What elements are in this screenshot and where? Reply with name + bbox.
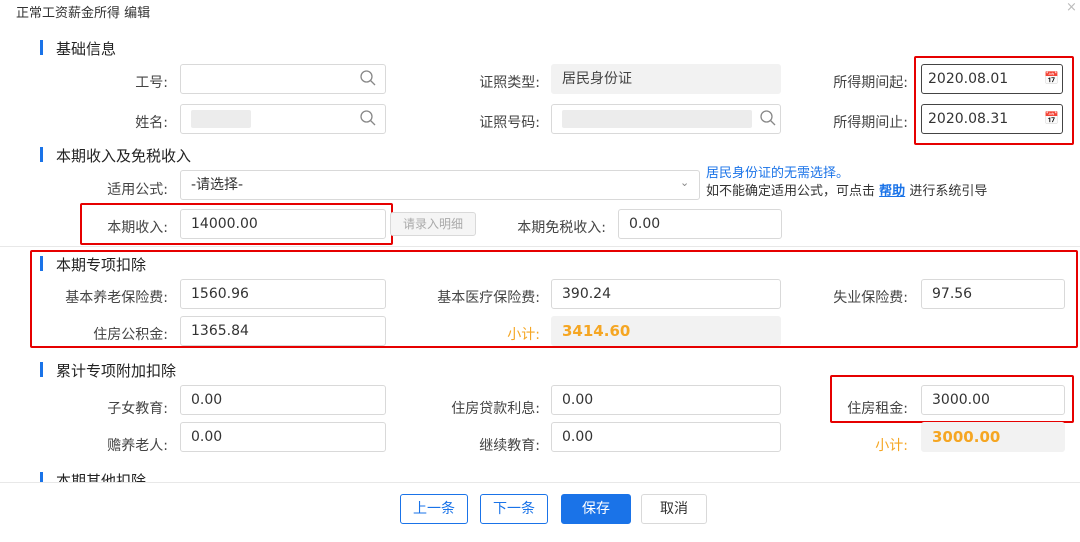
section-marker [40,362,43,377]
housing-fund-label: 住房公积金: [93,327,168,343]
highlight-rent-box [830,375,1074,423]
children-edu-input[interactable]: 0.00 [180,385,386,415]
unemployment-input[interactable]: 97.56 [921,279,1065,309]
search-icon[interactable] [760,110,776,126]
redacted-name [191,110,251,128]
name-label: 姓名: [135,115,168,131]
formula-note-line1: 居民身份证的无需选择。 [706,166,850,181]
divider [0,482,1080,483]
children-edu-label: 子女教育: [107,401,168,417]
tax-free-label: 本期免税收入: [517,220,606,236]
dialog-title: 正常工资薪金所得 编辑 [16,6,151,21]
section-marker [40,256,43,271]
close-icon[interactable]: × [1066,0,1077,15]
medical-input[interactable]: 390.24 [551,279,781,309]
save-button[interactable]: 保存 [561,494,631,524]
section-title-other: 本期其他扣除 [56,472,147,482]
section-title-income: 本期收入及免税收入 [56,147,192,165]
formula-note-line2: 如不能确定适用公式，可点击 帮助 进行系统引导 [706,184,988,199]
prev-button[interactable]: 上一条 [400,494,468,524]
section-clip: 本期其他扣除 [0,468,1080,482]
search-icon[interactable] [360,110,376,126]
period-end-label: 所得期间止: [833,115,908,131]
housing-fund-input[interactable]: 1365.84 [180,316,386,346]
section-title-basic: 基础信息 [56,40,117,58]
id-type-field: 居民身份证 [551,64,781,94]
next-button[interactable]: 下一条 [480,494,548,524]
special-subtotal-label: 小计: [507,327,540,343]
highlight-period-box [914,56,1074,145]
id-no-input[interactable] [551,104,781,134]
elderly-input[interactable]: 0.00 [180,422,386,452]
section-marker [40,147,43,162]
section-marker [40,40,43,55]
pension-label: 基本养老保险费: [65,290,168,306]
pension-input[interactable]: 1560.96 [180,279,386,309]
elderly-label: 赡养老人: [107,438,168,454]
medical-label: 基本医疗保险费: [437,290,540,306]
emp-no-input[interactable] [180,64,386,94]
section-marker [40,472,43,482]
unemployment-label: 失业保险费: [833,290,908,306]
loan-interest-label: 住房贷款利息: [451,401,540,417]
cancel-button[interactable]: 取消 [641,494,707,524]
cumulative-subtotal-field: 3000.00 [921,422,1065,452]
divider [0,246,1080,247]
highlight-income-box [80,203,393,245]
continuing-edu-label: 继续教育: [479,438,540,454]
emp-no-label: 工号: [135,75,168,91]
loan-interest-input[interactable]: 0.00 [551,385,781,415]
formula-label: 适用公式: [107,182,168,198]
name-input[interactable] [180,104,386,134]
chevron-down-icon[interactable]: ⌄ [680,176,689,189]
special-subtotal-field: 3414.60 [551,316,781,346]
id-no-label: 证照号码: [479,115,540,131]
section-title-cumulative: 累计专项附加扣除 [56,362,177,380]
cumulative-subtotal-label: 小计: [875,438,908,454]
help-link[interactable]: 帮助 [879,184,905,199]
continuing-edu-input[interactable]: 0.00 [551,422,781,452]
section-title-special: 本期专项扣除 [56,256,147,274]
tax-free-input[interactable]: 0.00 [618,209,782,239]
id-type-label: 证照类型: [479,75,540,91]
detail-entry-button[interactable]: 请录入明细 [390,212,476,236]
formula-select[interactable]: -请选择- [180,170,700,200]
period-start-label: 所得期间起: [833,75,908,91]
redacted-id-number [562,110,752,128]
search-icon[interactable] [360,70,376,86]
